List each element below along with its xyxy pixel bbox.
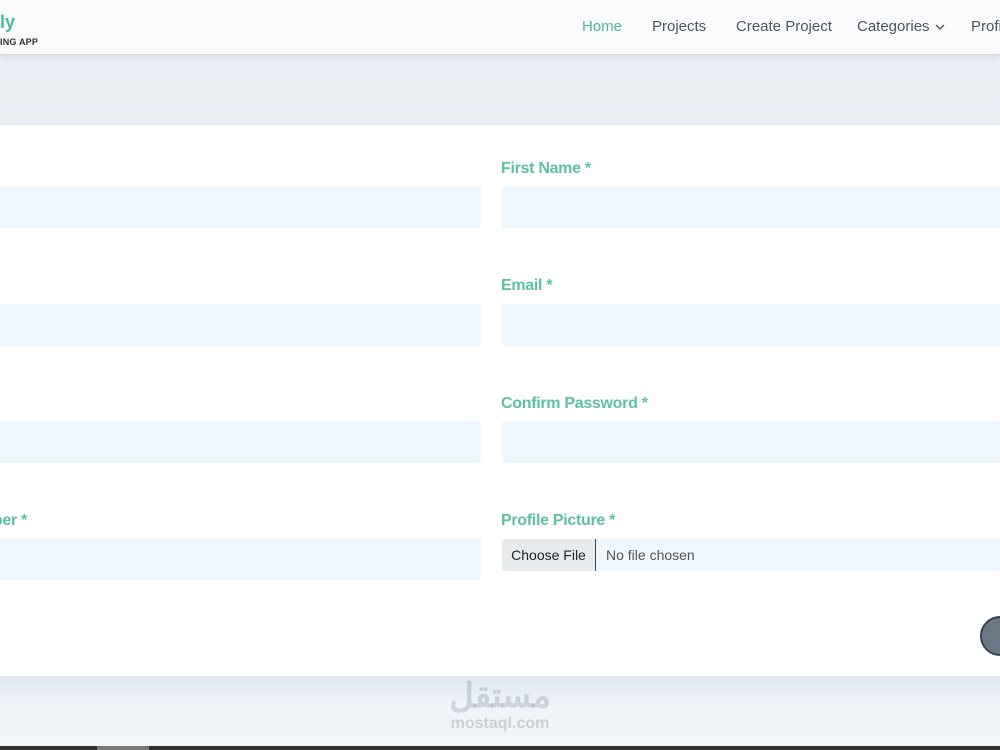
phone-number-input[interactable] bbox=[0, 538, 481, 580]
choose-file-button[interactable]: Choose File bbox=[502, 539, 596, 571]
nav-item-projects[interactable]: Projects bbox=[652, 18, 706, 35]
phone-number-label: ber * bbox=[0, 512, 27, 529]
confirm-password-input[interactable] bbox=[502, 421, 1000, 463]
email-input[interactable] bbox=[502, 304, 1000, 346]
left-field-3-input[interactable] bbox=[0, 421, 481, 463]
file-status-text: No file chosen bbox=[606, 547, 695, 563]
email-label: Email * bbox=[501, 277, 553, 294]
navbar: ly ING APP Home Projects Create Project … bbox=[0, 0, 1000, 54]
profile-picture-file-input[interactable]: Choose File No file chosen bbox=[502, 539, 1000, 571]
watermark-arabic: مستقل bbox=[449, 677, 551, 715]
nav-item-create-project[interactable]: Create Project bbox=[736, 18, 832, 35]
registration-card: First Name * Email * Confirm Password * … bbox=[0, 125, 1000, 676]
main-nav: Home Projects Create Project Categories … bbox=[0, 18, 1000, 38]
left-field-2-input[interactable] bbox=[0, 304, 481, 346]
nav-item-profile[interactable]: Profi bbox=[971, 18, 1000, 35]
taskbar bbox=[0, 746, 1000, 750]
nav-item-categories-label: Categories bbox=[857, 18, 930, 35]
left-field-1-input[interactable] bbox=[0, 186, 481, 228]
chevron-down-icon bbox=[935, 24, 945, 30]
nav-item-categories[interactable]: Categories bbox=[857, 18, 946, 35]
watermark-latin: mostaql.com bbox=[450, 715, 550, 732]
taskbar-segment bbox=[97, 746, 149, 750]
logo-tagline: ING APP bbox=[0, 37, 39, 47]
first-name-input[interactable] bbox=[502, 186, 1000, 228]
confirm-password-label: Confirm Password * bbox=[501, 395, 648, 412]
first-name-label: First Name * bbox=[501, 160, 591, 177]
nav-item-home[interactable]: Home bbox=[582, 18, 622, 35]
profile-picture-label: Profile Picture * bbox=[501, 512, 616, 529]
